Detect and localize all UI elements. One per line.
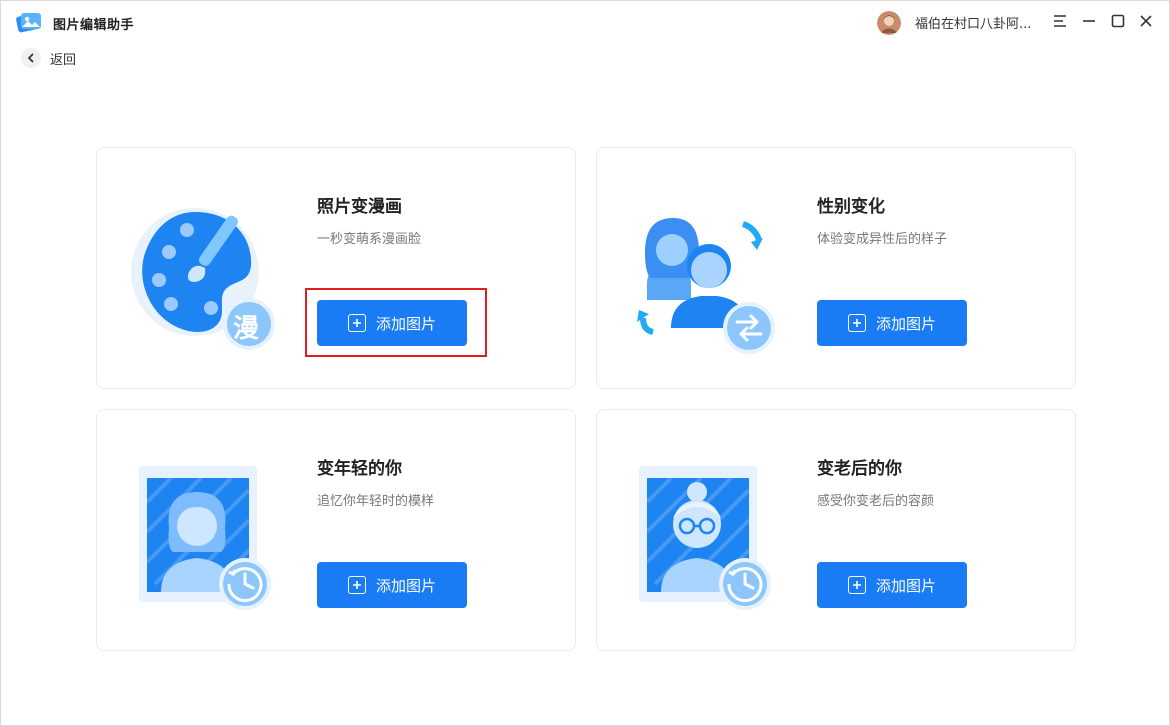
add-image-button[interactable]: 添加图片 <box>317 562 467 608</box>
app-logo-icon <box>16 13 41 33</box>
card-gender-swap: 性别变化 体验变成异性后的样子 添加图片 <box>596 147 1076 389</box>
add-image-label: 添加图片 <box>875 576 936 595</box>
close-icon[interactable] <box>1135 10 1157 32</box>
card-title: 变老后的你 <box>817 459 902 479</box>
user-avatar[interactable] <box>877 11 901 35</box>
menu-icon[interactable] <box>1049 10 1071 32</box>
title-bar: 图片编辑助手 福伯在村口八卦阿... <box>1 1 1169 43</box>
app-title: 图片编辑助手 <box>53 18 135 33</box>
app-window: 图片编辑助手 福伯在村口八卦阿... 返回 漫 照片变漫画 一秒变萌系漫画脸 添… <box>0 0 1170 726</box>
minimize-icon[interactable] <box>1078 10 1100 32</box>
card-younger-you: 变年轻的你 追忆你年轻时的模样 添加图片 <box>96 409 576 651</box>
older-portrait-icon <box>639 466 771 610</box>
highlight-box <box>305 288 487 357</box>
younger-portrait-icon <box>139 466 271 610</box>
chevron-left-icon <box>21 48 41 68</box>
user-name[interactable]: 福伯在村口八卦阿... <box>915 13 1031 32</box>
plus-icon <box>847 314 866 332</box>
cartoon-palette-icon <box>131 208 275 350</box>
back-button[interactable]: 返回 <box>21 47 76 69</box>
add-image-label: 添加图片 <box>875 314 936 333</box>
add-image-button[interactable]: 添加图片 <box>817 562 967 608</box>
gender-swap-icon <box>637 218 775 354</box>
card-older-you: 变老后的你 感受你变老后的容颜 添加图片 <box>596 409 1076 651</box>
card-subtitle: 感受你变老后的容颜 <box>817 494 935 509</box>
card-subtitle: 一秒变萌系漫画脸 <box>317 232 422 247</box>
card-title: 变年轻的你 <box>317 459 402 479</box>
plus-icon <box>847 576 866 594</box>
maximize-icon[interactable] <box>1107 10 1129 32</box>
card-title: 性别变化 <box>817 197 885 217</box>
add-image-button[interactable]: 添加图片 <box>817 300 967 346</box>
card-subtitle: 追忆你年轻时的模样 <box>317 494 435 509</box>
card-title: 照片变漫画 <box>317 197 402 217</box>
plus-icon <box>347 576 366 594</box>
card-subtitle: 体验变成异性后的样子 <box>817 232 948 247</box>
cartoon-badge-text: 漫 <box>233 314 260 344</box>
back-label: 返回 <box>50 52 77 68</box>
add-image-label: 添加图片 <box>375 576 436 595</box>
